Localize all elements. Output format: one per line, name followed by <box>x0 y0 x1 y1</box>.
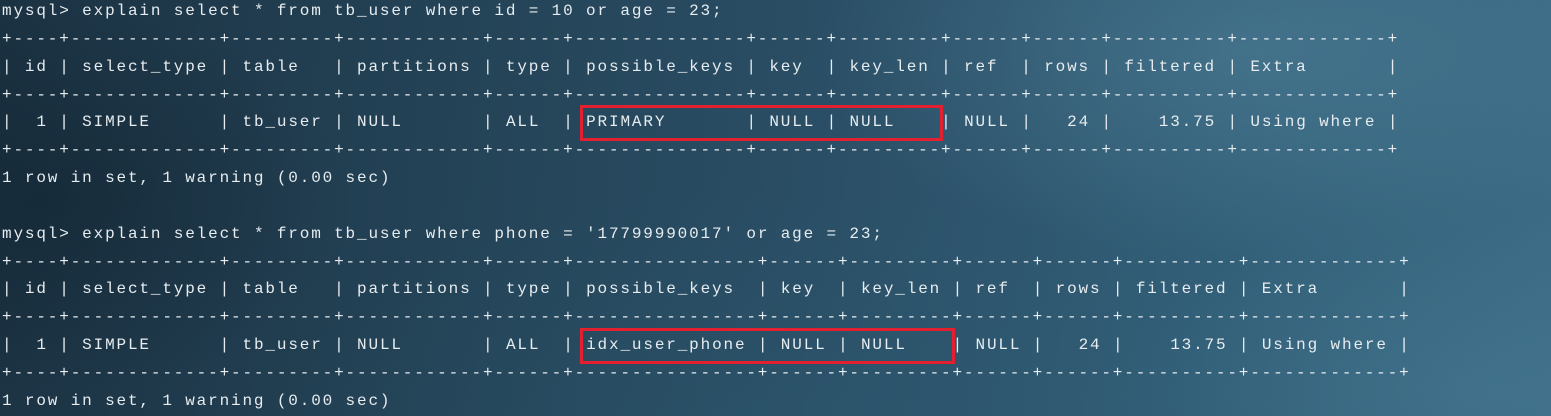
command-line: mysql> explain select * from tb_user whe… <box>2 221 1551 249</box>
query-result-block: mysql> explain select * from tb_user whe… <box>2 193 1551 416</box>
column-header: table <box>242 280 300 299</box>
table-cell: NULL <box>964 113 1010 132</box>
table-border: +----+-------------+---------+----------… <box>2 85 1400 104</box>
table-cell: NULL <box>975 336 1022 355</box>
table-header-row: | id | select_type | table | partitions … <box>2 280 1411 299</box>
prompt: mysql> <box>2 2 71 20</box>
sql-command: explain select * from tb_user where id =… <box>82 2 724 20</box>
table-cell: SIMPLE <box>82 113 151 132</box>
table-cell: 1 <box>36 113 48 132</box>
column-header: key_len <box>849 57 930 76</box>
table-cell: NULL <box>860 336 907 355</box>
table-header-row: | id | select_type | table | partitions … <box>2 57 1400 76</box>
highlight-box: idx_user_phone | NULL | NULL <box>575 328 955 364</box>
table-cell: 1 <box>36 336 48 355</box>
column-header: Extra <box>1250 57 1308 76</box>
table-cell: Using where <box>1250 113 1377 132</box>
column-header: possible_keys <box>586 280 735 299</box>
table-cell: NULL <box>357 336 403 355</box>
prompt: mysql> <box>2 224 71 243</box>
table-cell: tb_user <box>242 336 323 355</box>
terminal-window[interactable]: mysql> explain select * from tb_user whe… <box>0 0 1551 416</box>
table-cell: 24 <box>1067 113 1091 132</box>
table-cell: 13.75 <box>1170 336 1228 355</box>
table-cell: SIMPLE <box>82 336 151 355</box>
column-header: key_len <box>860 280 942 299</box>
table-row: | 1 | SIMPLE | tb_user | NULL | ALL | PR… <box>2 105 1551 142</box>
table-cell: tb_user <box>242 113 323 132</box>
table-cell: NULL <box>849 113 896 132</box>
table-cell: NULL <box>769 113 816 132</box>
table-border: +----+-------------+---------+----------… <box>2 308 1411 327</box>
table-cell: NULL <box>780 336 827 355</box>
column-header: filtered <box>1124 57 1216 76</box>
column-header: possible_keys <box>586 57 735 76</box>
table-border: +----+-------------+---------+----------… <box>2 363 1411 382</box>
column-header: id <box>24 57 48 76</box>
column-header: rows <box>1044 57 1090 76</box>
table-cell: Using where <box>1261 336 1388 355</box>
table-cell: PRIMARY <box>586 113 667 132</box>
table-border: +----+-------------+---------+----------… <box>2 252 1411 271</box>
column-header: table <box>242 57 300 76</box>
command-line: mysql> explain select * from tb_user whe… <box>2 0 1551 26</box>
column-header: key <box>769 57 804 76</box>
table-cell: 24 <box>1078 336 1102 355</box>
column-header: rows <box>1055 280 1102 299</box>
query-result-block: mysql> explain select * from tb_user whe… <box>2 0 1551 193</box>
terminal-screen: mysql> explain select * from tb_user whe… <box>2 0 1551 416</box>
result-status: 1 row in set, 1 warning (0.00 sec) <box>2 169 392 188</box>
column-header: id <box>24 280 48 299</box>
table-border: +----+-------------+---------+----------… <box>2 141 1400 160</box>
result-status: 1 row in set, 1 warning (0.00 sec) <box>2 391 392 410</box>
column-header: partitions <box>357 280 472 299</box>
column-header: type <box>505 280 552 299</box>
column-header: filtered <box>1135 280 1228 299</box>
column-header: type <box>505 57 552 76</box>
column-header: key <box>780 280 816 299</box>
column-header: Extra <box>1261 280 1320 299</box>
column-header: select_type <box>82 280 209 299</box>
table-border: +----+-------------+---------+----------… <box>2 29 1400 48</box>
table-cell: 13.75 <box>1158 113 1217 132</box>
table-cell: ALL <box>505 336 541 355</box>
table-cell: idx_user_phone <box>586 336 747 355</box>
table-row: | 1 | SIMPLE | tb_user | NULL | ALL | id… <box>2 328 1551 364</box>
table-cell: ALL <box>505 113 541 132</box>
column-header: partitions <box>357 57 472 76</box>
highlight-box: PRIMARY | NULL | NULL <box>575 105 943 142</box>
table-cell: NULL <box>357 113 403 132</box>
column-header: select_type <box>82 57 209 76</box>
column-header: ref <box>964 57 999 76</box>
sql-command: explain select * from tb_user where phon… <box>82 224 884 243</box>
column-header: ref <box>975 280 1010 299</box>
